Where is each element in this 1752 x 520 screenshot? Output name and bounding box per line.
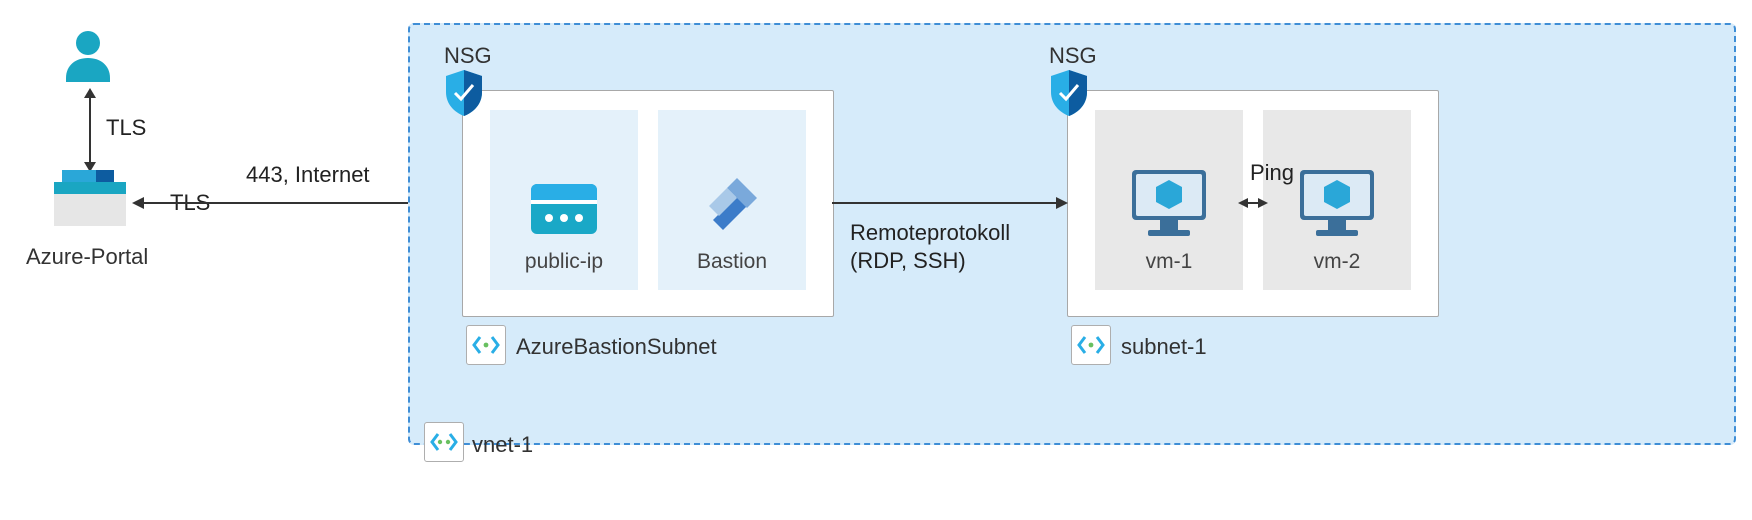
public-ip-label: public-ip	[525, 250, 603, 274]
vnet-icon	[424, 422, 464, 462]
card-vm2: vm-2	[1263, 110, 1411, 290]
arrow-bastion-vm	[832, 193, 1068, 219]
subnet-icon-vm	[1071, 325, 1111, 365]
portal-icon	[54, 170, 126, 232]
arrow-vm1-vm2-real	[1244, 193, 1262, 219]
vm-icon	[1126, 166, 1212, 240]
bastion-label: Bastion	[697, 250, 767, 274]
arrow-user-portal	[80, 88, 100, 178]
nsg-label-vm: NSG	[1049, 43, 1097, 69]
vnet-label: vnet-1	[472, 432, 533, 458]
bastion-icon	[693, 162, 771, 240]
shield-icon-bastion	[442, 68, 486, 124]
public-ip-icon	[525, 178, 603, 240]
card-bastion: Bastion	[658, 110, 806, 290]
vm-icon	[1294, 166, 1380, 240]
label-remote-protocol-1: Remoteprotokoll	[850, 220, 1010, 246]
nsg-label-bastion: NSG	[444, 43, 492, 69]
vm1-label: vm-1	[1146, 250, 1193, 274]
bastion-subnet-label: AzureBastionSubnet	[516, 334, 717, 360]
shield-icon-vm	[1047, 68, 1091, 124]
label-user-portal: TLS	[106, 115, 146, 141]
vm-subnet-label: subnet-1	[1121, 334, 1207, 360]
user-icon	[60, 28, 116, 90]
card-vm1: vm-1	[1095, 110, 1243, 290]
subnet-icon-bastion	[466, 325, 506, 365]
vm2-label: vm-2	[1314, 250, 1361, 274]
label-443-internet: 443, Internet	[246, 162, 370, 188]
label-remote-protocol-2: (RDP, SSH)	[850, 248, 966, 274]
portal-label: Azure-Portal	[26, 244, 148, 270]
label-ping: Ping	[1250, 160, 1294, 186]
card-public-ip: public-ip	[490, 110, 638, 290]
